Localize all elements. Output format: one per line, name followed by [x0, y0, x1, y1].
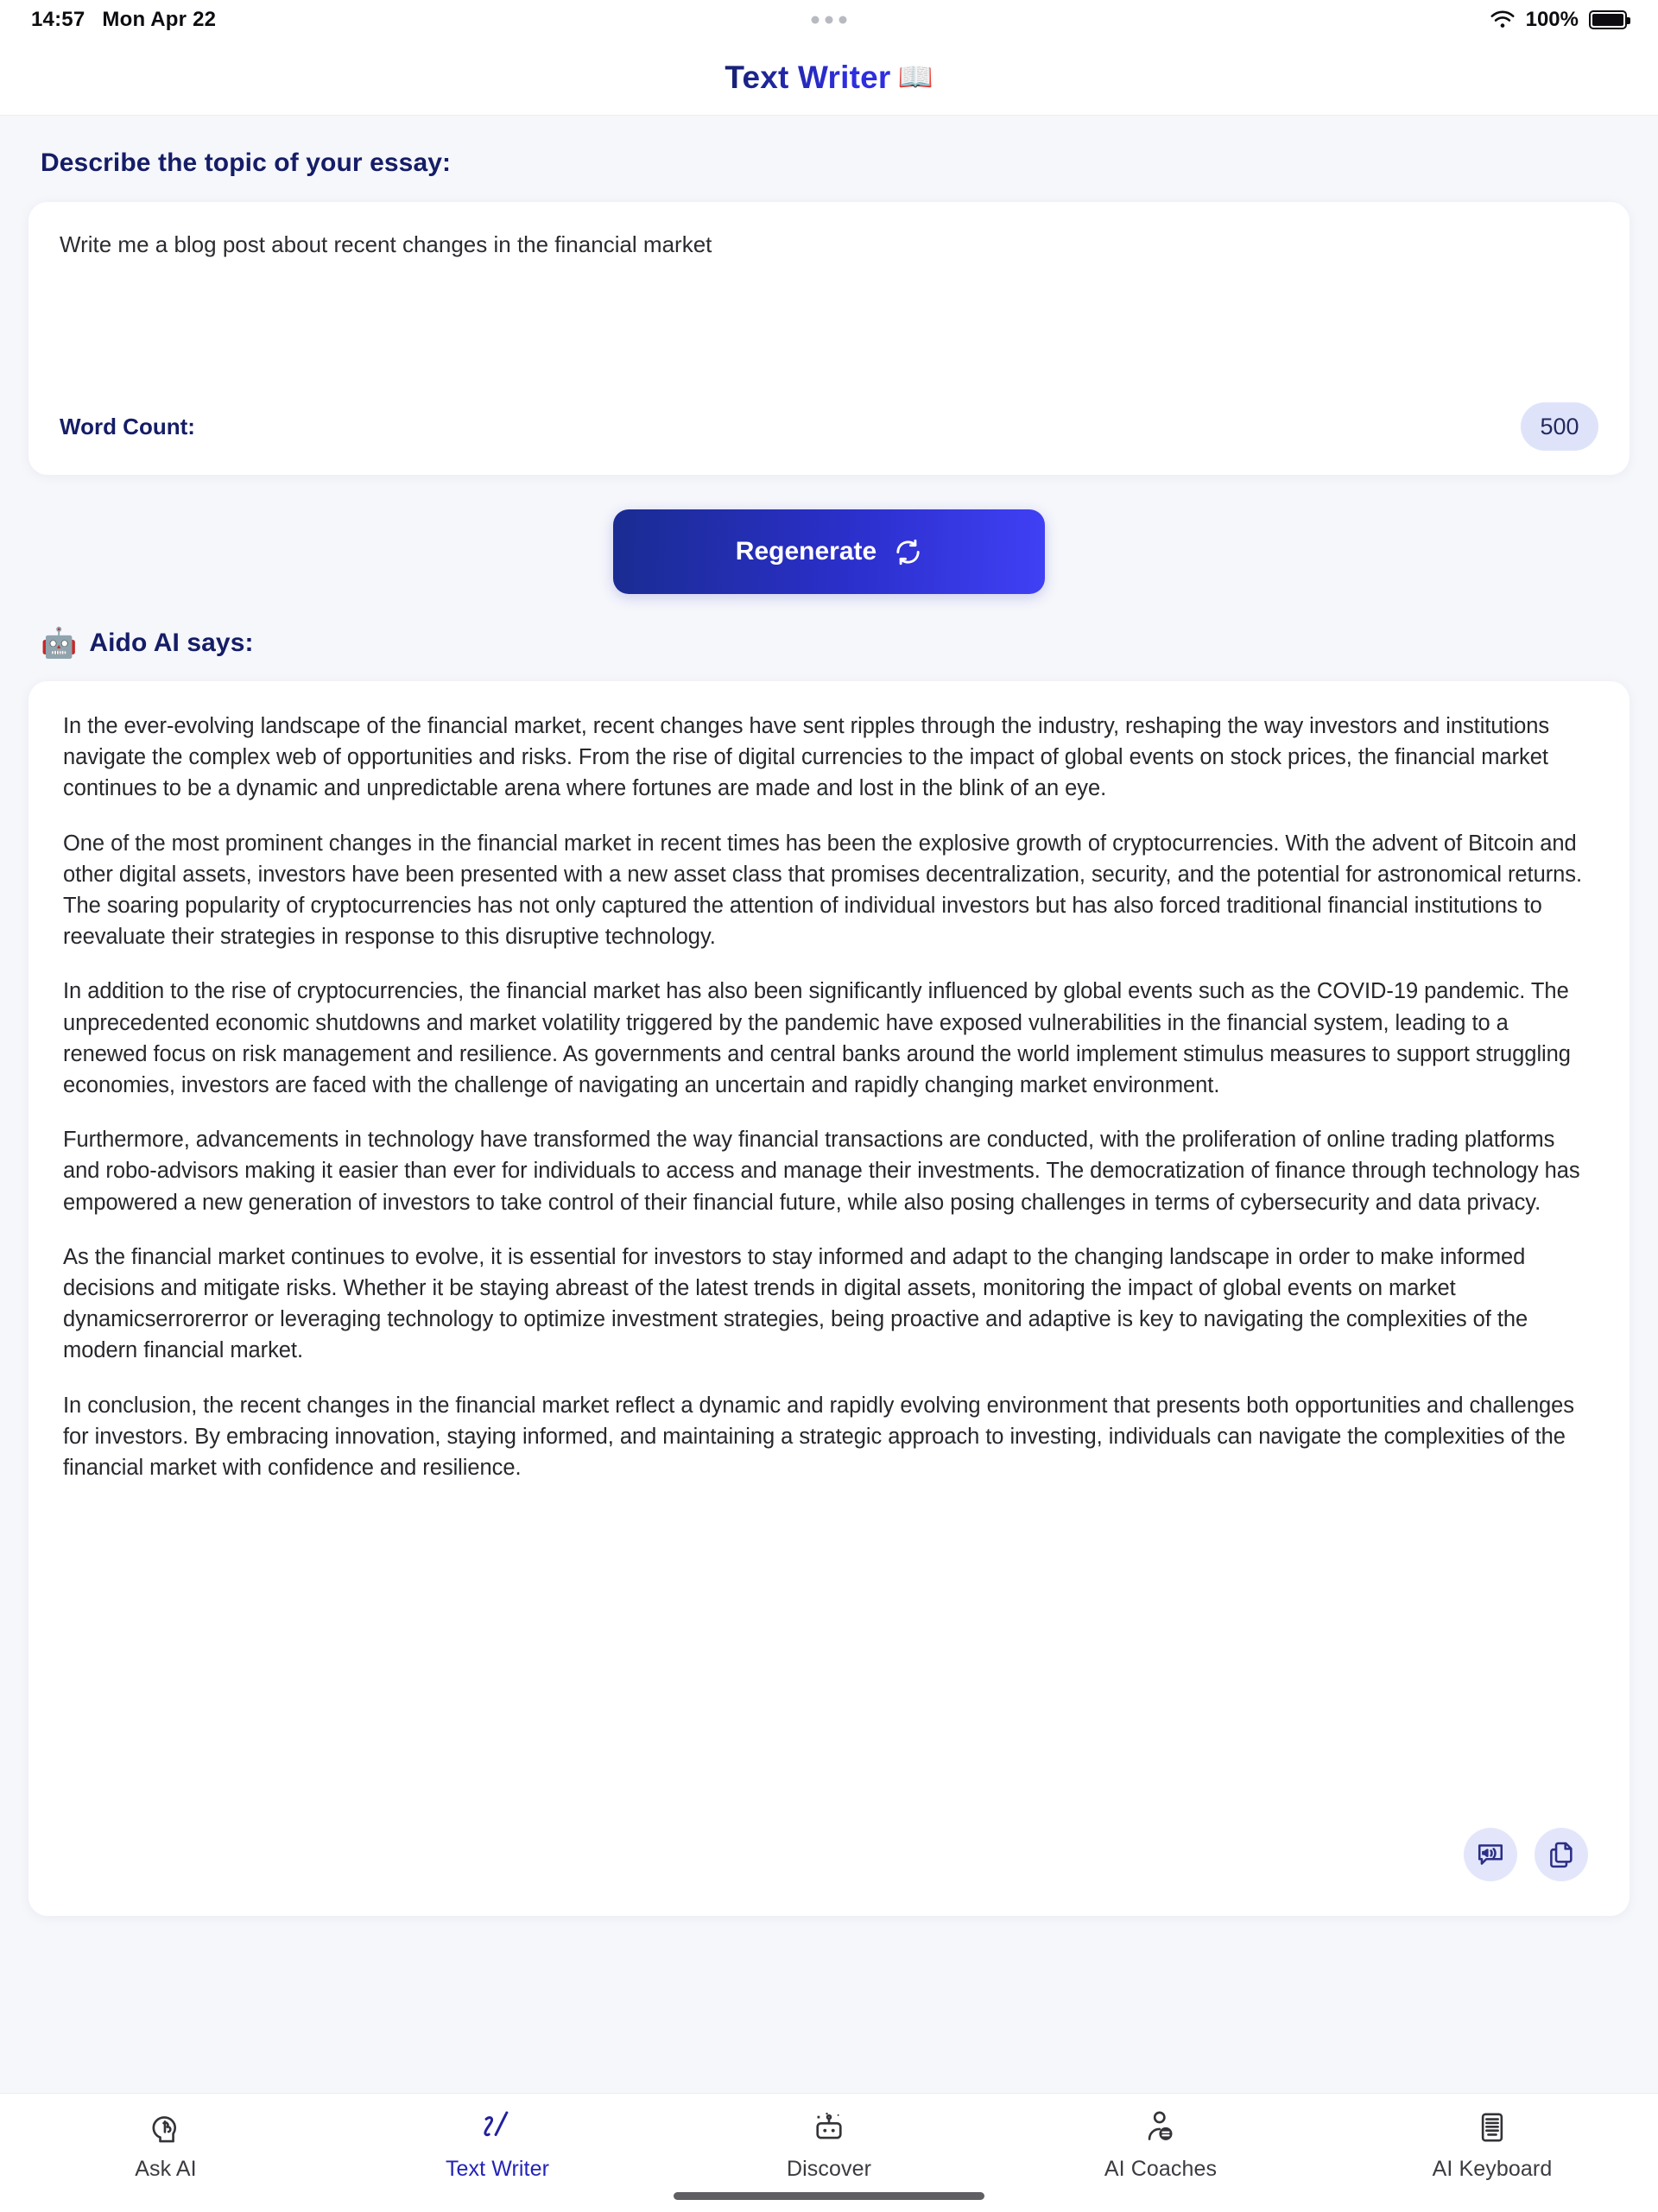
tab-label: Text Writer: [445, 2157, 550, 2181]
page-title: Text Writer: [725, 59, 891, 95]
brain-head-icon: [148, 2108, 184, 2147]
prompt-card: Word Count: 500: [28, 202, 1630, 475]
output-paragraph: As the financial market continues to evo…: [63, 1244, 1528, 1363]
word-count-label: Word Count:: [60, 413, 195, 439]
robot-sparkle-icon: [811, 2108, 847, 2147]
tab-discover[interactable]: Discover: [663, 2108, 995, 2182]
bottom-tab-bar: Ask AI Text Writer Discover AI Coaches A…: [0, 2093, 1658, 2212]
app-header: Text Writer 📖: [0, 40, 1658, 116]
output-action-buttons: [1464, 1828, 1588, 1881]
person-chat-icon: [1142, 2108, 1179, 2147]
home-indicator: [674, 2192, 984, 2200]
regenerate-button-label: Regenerate: [735, 537, 877, 566]
output-paragraph: In conclusion, the recent changes in the…: [63, 1393, 1574, 1481]
dynamic-island-dots: [811, 16, 847, 24]
battery-percent: 100%: [1525, 8, 1579, 31]
tab-text-writer[interactable]: Text Writer: [332, 2108, 663, 2182]
status-time: 14:57: [31, 8, 85, 31]
status-date: Mon Apr 22: [102, 8, 217, 31]
speak-icon[interactable]: [1464, 1828, 1517, 1881]
tab-ask-ai[interactable]: Ask AI: [0, 2108, 332, 2182]
regenerate-button[interactable]: Regenerate: [613, 509, 1045, 594]
regenerate-row: Regenerate: [28, 509, 1630, 594]
app-screen: 14:57 Mon Apr 22 100% Text Writer 📖 Desc…: [0, 0, 1658, 2212]
word-count-badge[interactable]: 500: [1521, 402, 1598, 451]
aido-says-label: Aido AI says:: [89, 629, 254, 657]
tab-ai-coaches[interactable]: AI Coaches: [995, 2108, 1326, 2182]
word-count-row: Word Count: 500: [60, 378, 1598, 475]
output-paragraph: In the ever-evolving landscape of the fi…: [63, 714, 1550, 801]
aido-says-header: 🤖 Aido AI says:: [41, 629, 1630, 658]
ai-output-card: In the ever-evolving landscape of the fi…: [28, 681, 1630, 1916]
copy-icon[interactable]: [1535, 1828, 1588, 1881]
tab-ai-keyboard[interactable]: AI Keyboard: [1326, 2108, 1658, 2182]
status-bar: 14:57 Mon Apr 22 100%: [0, 0, 1658, 40]
tab-label: Ask AI: [135, 2157, 197, 2181]
refresh-icon: [894, 538, 922, 566]
status-bar-right: 100%: [1490, 8, 1630, 32]
essay-topic-input[interactable]: [60, 230, 1598, 394]
output-paragraph: One of the most prominent changes in the…: [63, 831, 1583, 950]
battery-full-icon: [1589, 10, 1630, 29]
output-paragraph: Furthermore, advancements in technology …: [63, 1128, 1580, 1215]
tab-label: Discover: [786, 2157, 872, 2181]
output-paragraph: In addition to the rise of cryptocurrenc…: [63, 979, 1571, 1098]
robot-icon: 🤖: [41, 627, 78, 660]
tab-label: AI Keyboard: [1432, 2157, 1553, 2181]
main-content: Describe the topic of your essay: Word C…: [0, 116, 1658, 2093]
status-bar-left: 14:57 Mon Apr 22: [31, 8, 216, 32]
keyboard-icon: [1474, 2108, 1510, 2147]
pen-signature-icon: [479, 2108, 516, 2147]
tab-label: AI Coaches: [1104, 2157, 1218, 2181]
wifi-icon: [1490, 10, 1516, 29]
open-book-icon: 📖: [897, 60, 933, 92]
prompt-section-label: Describe the topic of your essay:: [41, 149, 452, 177]
